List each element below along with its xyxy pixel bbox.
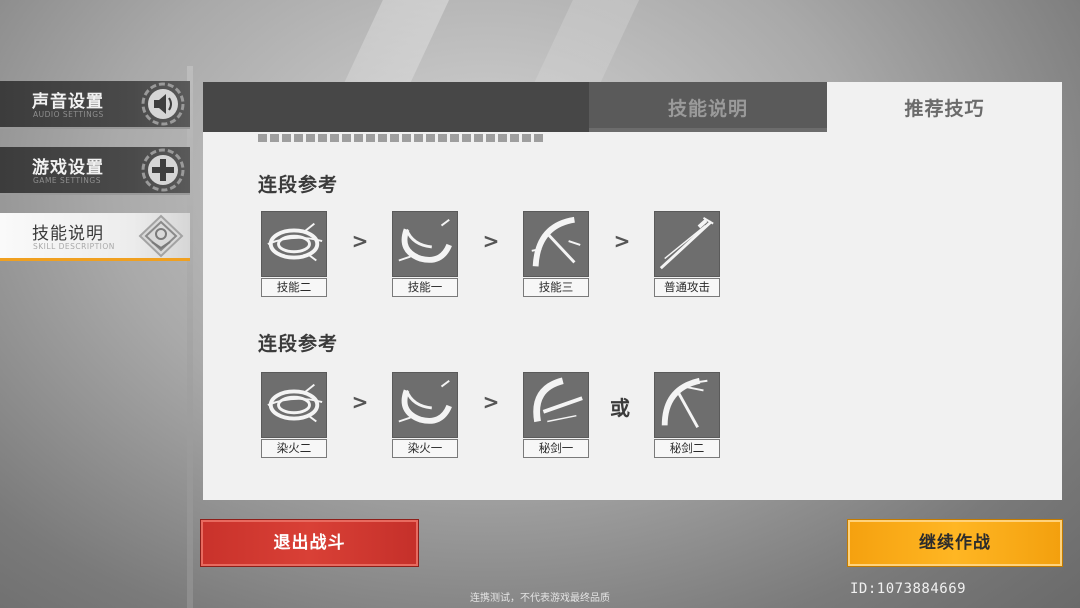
skill-label: 技能三 (523, 278, 589, 297)
menu-item-skill-description[interactable]: 技能说明 SKILL DESCRIPTION (0, 213, 190, 261)
speaker-icon (141, 82, 185, 126)
combo-skill[interactable]: 技能一 (392, 211, 458, 299)
skill-label: 普通攻击 (654, 278, 720, 297)
clipped-text-line (258, 134, 543, 142)
combo-arrow: > (351, 229, 369, 253)
continue-battle-button[interactable]: 继续作战 (848, 520, 1062, 566)
katana-icon (654, 211, 720, 277)
crossed-blades-icon (654, 372, 720, 438)
skill-emblem-icon (138, 214, 184, 258)
crescent-slash-icon (392, 211, 458, 277)
combo-row: 染火二 > 染火一 > 秘剑一 或 秘剑二 (261, 372, 731, 462)
combo-skill[interactable]: 秘剑二 (654, 372, 720, 460)
menu-item-subtitle: SKILL DESCRIPTION (33, 242, 115, 251)
menu-item-game-settings[interactable]: 游戏设置 GAME SETTINGS (0, 147, 190, 195)
combo-arrow: > (351, 390, 369, 414)
skill-label: 染火二 (261, 439, 327, 458)
arc-cut-icon (523, 372, 589, 438)
skill-label: 技能一 (392, 278, 458, 297)
combo-skill[interactable]: 秘剑一 (523, 372, 589, 460)
tab-recommended-tips[interactable]: 推荐技巧 (827, 82, 1062, 132)
combo-arrow: > (482, 390, 500, 414)
combo-row: 技能二 > 技能一 > 技能三 > 普通攻击 (261, 211, 731, 301)
exit-battle-button[interactable]: 退出战斗 (201, 520, 418, 566)
gamepad-icon (141, 148, 185, 192)
side-menu: 声音设置 AUDIO SETTINGS 游戏设置 GAME SETTINGS 技… (0, 66, 193, 608)
skill-label: 秘剑二 (654, 439, 720, 458)
combo-or-text: 或 (610, 396, 630, 420)
skill-label: 染火一 (392, 439, 458, 458)
test-disclaimer: 连携测试，不代表游戏最终品质 (470, 593, 610, 604)
swirl-slash-icon (261, 372, 327, 438)
combo-arrow: > (613, 229, 631, 253)
tab-skill-description[interactable]: 技能说明 (589, 82, 827, 132)
tab-label: 技能说明 (667, 98, 748, 120)
skill-label: 技能二 (261, 278, 327, 297)
menu-item-audio-settings[interactable]: 声音设置 AUDIO SETTINGS (0, 81, 190, 129)
crescent-slash-icon (392, 372, 458, 438)
tab-label: 推荐技巧 (904, 98, 985, 120)
menu-item-subtitle: GAME SETTINGS (33, 176, 101, 185)
menu-item-title: 声音设置 (32, 92, 104, 112)
combo-skill[interactable]: 技能二 (261, 211, 327, 299)
swirl-slash-icon (261, 211, 327, 277)
menu-item-title: 游戏设置 (32, 158, 104, 178)
combo-title: 连段参考 (258, 174, 339, 196)
skill-tips-panel: 技能说明 推荐技巧 连段参考 技能二 > 技能一 > 技能三 > 普通攻击 连段… (203, 82, 1062, 500)
combo-title: 连段参考 (258, 333, 339, 355)
tab-bar: 技能说明 推荐技巧 (203, 82, 1062, 132)
menu-item-title: 技能说明 (32, 224, 104, 244)
menu-item-subtitle: AUDIO SETTINGS (33, 110, 104, 119)
combo-skill[interactable]: 技能三 (523, 211, 589, 299)
skill-label: 秘剑一 (523, 439, 589, 458)
crossed-blades-icon (523, 211, 589, 277)
combo-arrow: > (482, 229, 500, 253)
combo-skill[interactable]: 染火一 (392, 372, 458, 460)
combo-skill[interactable]: 染火二 (261, 372, 327, 460)
combo-skill[interactable]: 普通攻击 (654, 211, 720, 299)
